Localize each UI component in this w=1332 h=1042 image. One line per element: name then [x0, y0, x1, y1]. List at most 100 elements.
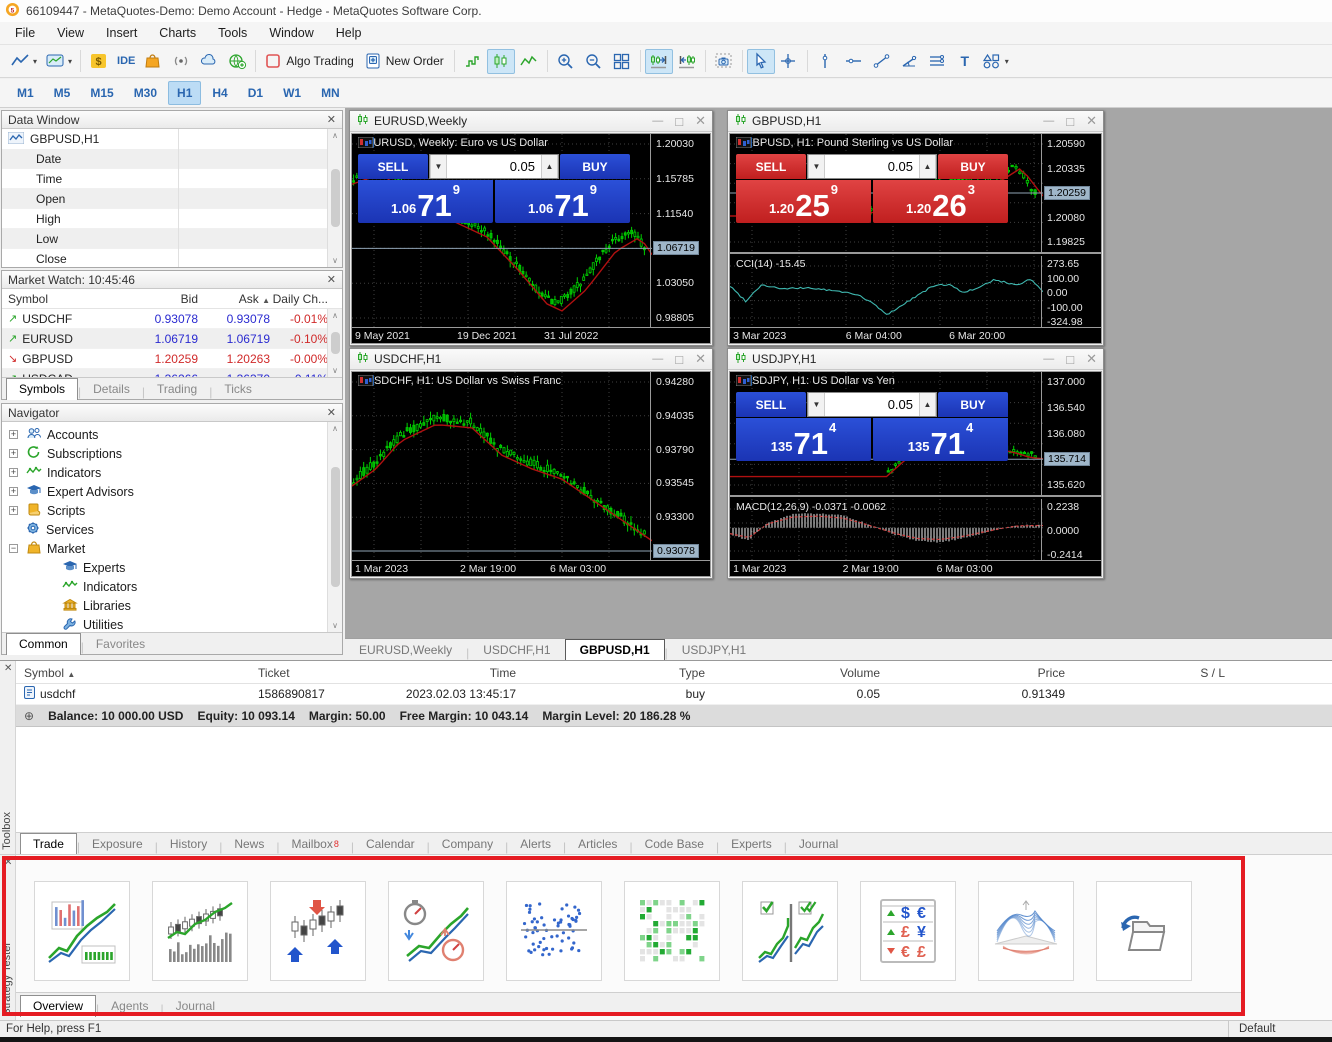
timeframe-h4[interactable]: H4 — [203, 81, 236, 105]
market-watch-row-eurusd[interactable]: ↗EURUSD 1.067191.06719-0.10% — [2, 329, 342, 349]
buy-price[interactable]: 1.06719 — [495, 180, 630, 223]
sell-price[interactable]: 1.20259 — [736, 180, 871, 223]
col-symbol[interactable]: Symbol — [2, 292, 120, 306]
trade-position-row[interactable]: usdchf 15868908172023.02.03 13:45:17buy0… — [16, 684, 1332, 705]
market-watch-row-usdchf[interactable]: ↗USDCHF 0.930780.93078-0.01% — [2, 309, 342, 329]
toolbox-tab-company[interactable]: Company — [430, 834, 505, 854]
tester-tile-open-previous-results[interactable] — [1096, 881, 1192, 981]
close-icon[interactable]: ✕ — [327, 406, 336, 419]
col-daily-change[interactable]: Daily Ch... — [270, 292, 330, 306]
trade-col-price[interactable]: Price — [880, 666, 1065, 680]
zoom-out-button[interactable] — [580, 49, 608, 74]
sell-price[interactable]: 1.06719 — [358, 180, 493, 223]
chart-tab-gbpusd-h1[interactable]: GBPUSD,H1 — [565, 639, 665, 661]
volume-down-button[interactable]: ▼ — [808, 155, 825, 178]
volume-up-button[interactable]: ▲ — [919, 155, 936, 178]
toolbox-tab-news[interactable]: News — [222, 834, 276, 854]
tester-tab-agents[interactable]: Agents — [99, 996, 160, 1016]
toolbox-tab-trade[interactable]: Trade — [20, 833, 77, 855]
buy-price[interactable]: 135714 — [873, 418, 1008, 461]
buy-button[interactable]: BUY — [938, 154, 1008, 179]
time-scale[interactable]: 3 Mar 20236 Mar 04:006 Mar 20:00 — [730, 327, 1101, 343]
trend-angle-button[interactable] — [896, 49, 924, 74]
dollar-button[interactable]: $ — [85, 49, 113, 74]
tester-tile-overview-histogram-chart[interactable] — [34, 881, 130, 981]
toolbox-tab-code-base[interactable]: Code Base — [633, 834, 716, 854]
tick-chart-button[interactable] — [459, 49, 487, 74]
price-scale[interactable]: 137.000136.540136.080135.714135.620 — [1041, 372, 1101, 497]
text-tool-button[interactable]: T — [952, 49, 978, 74]
tester-tile-single-test-candles[interactable] — [152, 881, 248, 981]
close-icon[interactable]: ✕ — [695, 113, 706, 129]
tester-tile-candle-pattern-arrows[interactable] — [270, 881, 366, 981]
buy-button[interactable]: BUY — [938, 392, 1008, 417]
maximize-icon[interactable]: □ — [1066, 114, 1074, 129]
navigator-item-accounts[interactable]: +Accounts — [2, 425, 342, 444]
community-add-button[interactable] — [223, 49, 251, 74]
maximize-icon[interactable]: □ — [675, 114, 683, 129]
ide-button[interactable]: IDE — [113, 49, 139, 74]
horizontal-line-button[interactable] — [840, 49, 868, 74]
navigator-item-market[interactable]: −Market — [2, 539, 342, 558]
menu-view[interactable]: View — [46, 23, 95, 43]
market-watch-tab-trading[interactable]: Trading — [145, 379, 209, 399]
trade-col-symbol[interactable]: Symbol ▲ — [16, 666, 258, 680]
navigator-tab-favorites[interactable]: Favorites — [84, 634, 157, 654]
tester-tile-multi-currency-list[interactable]: $€£¥€£ — [860, 881, 956, 981]
maximize-icon[interactable]: □ — [675, 352, 683, 367]
market-watch-tab-symbols[interactable]: Symbols — [6, 378, 78, 400]
sell-price[interactable]: 135714 — [736, 418, 871, 461]
chart-profile-dropdown-button[interactable]: ▾ — [41, 49, 76, 74]
tester-tile-forward-test-check[interactable] — [742, 881, 838, 981]
volume-down-button[interactable]: ▼ — [808, 393, 825, 416]
cloud-button[interactable] — [195, 49, 223, 74]
timeframe-w1[interactable]: W1 — [274, 81, 310, 105]
navigator-item-experts[interactable]: Experts — [2, 558, 342, 577]
toolbox-tab-articles[interactable]: Articles — [566, 834, 629, 854]
navigator-tab-common[interactable]: Common — [6, 633, 81, 655]
market-watch-tab-ticks[interactable]: Ticks — [212, 379, 264, 399]
chart-tab-usdchf-h1[interactable]: USDCHF,H1 — [469, 640, 564, 660]
volume-input[interactable]: 0.05 — [447, 155, 541, 178]
toolbox-tab-history[interactable]: History — [158, 834, 219, 854]
chart-window-gbpusd[interactable]: GBPUSD,H1 —□✕1.205901.203351.202591.2008… — [727, 110, 1104, 346]
buy-button[interactable]: BUY — [560, 154, 630, 179]
buy-price[interactable]: 1.20263 — [873, 180, 1008, 223]
menu-file[interactable]: File — [4, 23, 46, 43]
status-profile[interactable]: Default — [1228, 1021, 1332, 1037]
toolbox-tab-calendar[interactable]: Calendar — [354, 834, 427, 854]
trade-col-time[interactable]: Time — [388, 666, 516, 680]
market-watch-row-gbpusd[interactable]: ↘GBPUSD 1.202591.20263-0.00% — [2, 349, 342, 369]
market-watch-row-usdcad[interactable]: ↗USDCAD 1.362661.363700.11% — [2, 369, 342, 377]
close-icon[interactable]: ✕ — [1086, 113, 1097, 129]
close-icon[interactable]: ✕ — [327, 273, 336, 286]
timeframe-m1[interactable]: M1 — [8, 81, 43, 105]
navigator-item-subscriptions[interactable]: +Subscriptions — [2, 444, 342, 463]
menu-window[interactable]: Window — [258, 23, 324, 43]
chart-tab-eurusd-weekly[interactable]: EURUSD,Weekly — [345, 640, 466, 660]
minimize-icon[interactable]: — — [652, 353, 663, 365]
navigator-item-indicators[interactable]: Indicators — [2, 577, 342, 596]
minimize-icon[interactable]: — — [1043, 115, 1054, 127]
volume-up-button[interactable]: ▲ — [919, 393, 936, 416]
tree-expander-icon[interactable]: + — [9, 487, 18, 496]
tree-expander-icon[interactable]: − — [9, 544, 18, 553]
scrollbar[interactable]: ∧∨ — [327, 422, 342, 632]
candlestick-chart-button[interactable] — [487, 49, 515, 74]
navigator-item-indicators[interactable]: +Indicators — [2, 463, 342, 482]
toolbox-tab-mailbox[interactable]: Mailbox8 — [279, 834, 350, 854]
close-icon[interactable]: ✕ — [4, 663, 12, 674]
trade-col-sl[interactable]: S / L — [1065, 666, 1225, 680]
timeframe-h1[interactable]: H1 — [168, 81, 201, 105]
algo-trading-button[interactable]: Algo Trading — [260, 49, 359, 74]
col-ask[interactable]: Ask ▲ — [198, 292, 270, 306]
scrollbar[interactable]: ∧∨ — [327, 129, 342, 267]
objects-dropdown-button[interactable]: ▾ — [978, 49, 1013, 74]
chart-window-usdjpy[interactable]: USDJPY,H1 —□✕137.000136.540136.080135.71… — [727, 348, 1104, 579]
close-icon[interactable]: ✕ — [1086, 351, 1097, 367]
broadcast-button[interactable] — [167, 49, 195, 74]
maximize-icon[interactable]: □ — [1066, 352, 1074, 367]
shift-end-button[interactable] — [645, 49, 673, 74]
sell-button[interactable]: SELL — [358, 154, 428, 179]
chart-tab-usdjpy-h1[interactable]: USDJPY,H1 — [668, 640, 760, 660]
